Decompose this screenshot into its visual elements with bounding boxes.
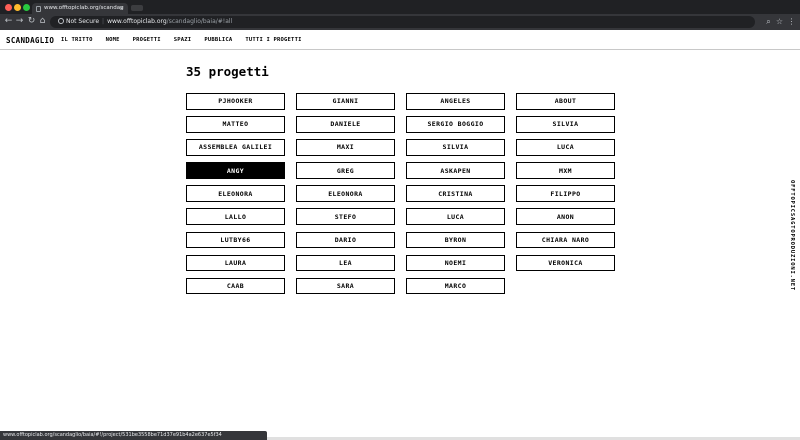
new-tab-button[interactable] [131, 5, 143, 11]
project-button[interactable]: GREG [296, 162, 395, 179]
address-bar[interactable]: Not Secure | www.offtopiclab.org/scandagli… [50, 16, 755, 28]
project-button[interactable]: MATTEO [186, 116, 285, 133]
nav-link-tutti-i-progetti[interactable]: TUTTI I PROGETTI [245, 37, 301, 43]
url-host: www.offtopiclab.org [107, 18, 167, 25]
nav-link-progetti[interactable]: PROGETTI [133, 37, 161, 43]
project-button[interactable]: ELEONORA [296, 185, 395, 202]
project-button[interactable]: LEA [296, 254, 395, 272]
project-button[interactable]: STEFO [296, 208, 395, 225]
project-button[interactable]: ANGELES [406, 93, 505, 110]
url-separator: | [102, 18, 105, 25]
projects-grid: PJHOOKER GIANNI ANGELES ABOUT MATTEO DANIELE S… [186, 93, 615, 295]
project-button[interactable]: ASKAPEN [406, 162, 505, 179]
project-button[interactable]: DARIO [296, 231, 395, 249]
project-button[interactable]: LUCA [406, 208, 505, 225]
site-logo[interactable]: SCANDAGLIO [6, 36, 54, 45]
project-button[interactable]: MAXI [296, 139, 395, 156]
back-icon[interactable]: ← [3, 16, 14, 27]
status-bar-url: www.offtopiclab.org/scandaglio/baia/#!/p… [0, 431, 267, 440]
project-button[interactable]: DANIELE [296, 116, 395, 133]
minimize-window-button[interactable] [14, 4, 21, 11]
nav-link-nome[interactable]: NOME [106, 37, 120, 43]
project-button[interactable]: MXM [516, 162, 615, 179]
project-button[interactable]: CRISTINA [406, 185, 505, 202]
tab-close-icon[interactable]: × [119, 3, 124, 14]
project-button[interactable]: GIANNI [296, 93, 395, 110]
info-icon[interactable] [58, 18, 64, 24]
tab-title: www.offtopiclab.org/scandag [44, 5, 124, 11]
site-header: SCANDAGLIO IL TRITTO NOME PROGETTI SPAZI… [0, 30, 800, 50]
menu-icon[interactable]: ⋮ [786, 16, 797, 27]
project-button[interactable]: FILIPPO [516, 185, 615, 202]
project-button[interactable]: SARA [296, 277, 395, 295]
project-button[interactable]: SILVIA [406, 139, 505, 156]
project-button[interactable]: NOEMI [406, 254, 505, 272]
project-button[interactable]: VERONICA [516, 254, 615, 272]
project-button[interactable]: BYRON [406, 231, 505, 249]
project-button[interactable]: LUTBY66 [186, 231, 285, 249]
project-button[interactable]: SILVIA [516, 116, 615, 133]
project-button[interactable]: CHIARA NARO [516, 231, 615, 249]
project-button[interactable]: CAAB [186, 277, 285, 295]
project-button[interactable]: ELEONORA [186, 185, 285, 202]
project-button[interactable]: LALLO [186, 208, 285, 225]
project-button[interactable]: ABOUT [516, 93, 615, 110]
project-button[interactable]: ASSEMBLEA GALILEI [186, 139, 285, 156]
project-button-active[interactable]: ANGY [186, 162, 285, 179]
zoom-icon[interactable]: ⌕ [763, 16, 774, 27]
browser-titlebar: www.offtopiclab.org/scandag × [0, 0, 800, 14]
projects-count-title: 35 progetti [186, 64, 269, 79]
browser-tab[interactable]: www.offtopiclab.org/scandag × [32, 3, 128, 14]
project-button[interactable]: LAURA [186, 254, 285, 272]
nav-link-il-tritto[interactable]: IL TRITTO [61, 37, 93, 43]
project-button[interactable]: MARCO [406, 277, 505, 295]
browser-toolbar: ← → ↻ ⌂ Not Secure | www.offtopiclab.org/s… [0, 14, 800, 30]
maximize-window-button[interactable] [23, 4, 30, 11]
site-nav-links: IL TRITTO NOME PROGETTI SPAZI PUBBLICA T… [61, 37, 302, 43]
security-label: Not Secure [66, 18, 100, 25]
side-vertical-link[interactable]: OFFTOPICSAGTOPRODUZIONI.NET [785, 180, 795, 291]
url-path: /scandaglio/baia/#!all [166, 18, 233, 25]
project-button[interactable]: PJHOOKER [186, 93, 285, 110]
home-icon[interactable]: ⌂ [37, 16, 48, 27]
page-icon [36, 6, 41, 12]
nav-link-spazi[interactable]: SPAZI [174, 37, 192, 43]
forward-icon[interactable]: → [14, 16, 25, 27]
nav-link-pubblica[interactable]: PUBBLICA [204, 37, 232, 43]
close-window-button[interactable] [5, 4, 12, 11]
reload-icon[interactable]: ↻ [26, 16, 37, 27]
project-button[interactable]: SERGIO BOGGIO [406, 116, 505, 133]
project-button[interactable]: LUCA [516, 139, 615, 156]
project-button[interactable]: ANON [516, 208, 615, 225]
project-empty-slot [516, 277, 615, 295]
bookmark-star-icon[interactable]: ☆ [774, 16, 785, 27]
